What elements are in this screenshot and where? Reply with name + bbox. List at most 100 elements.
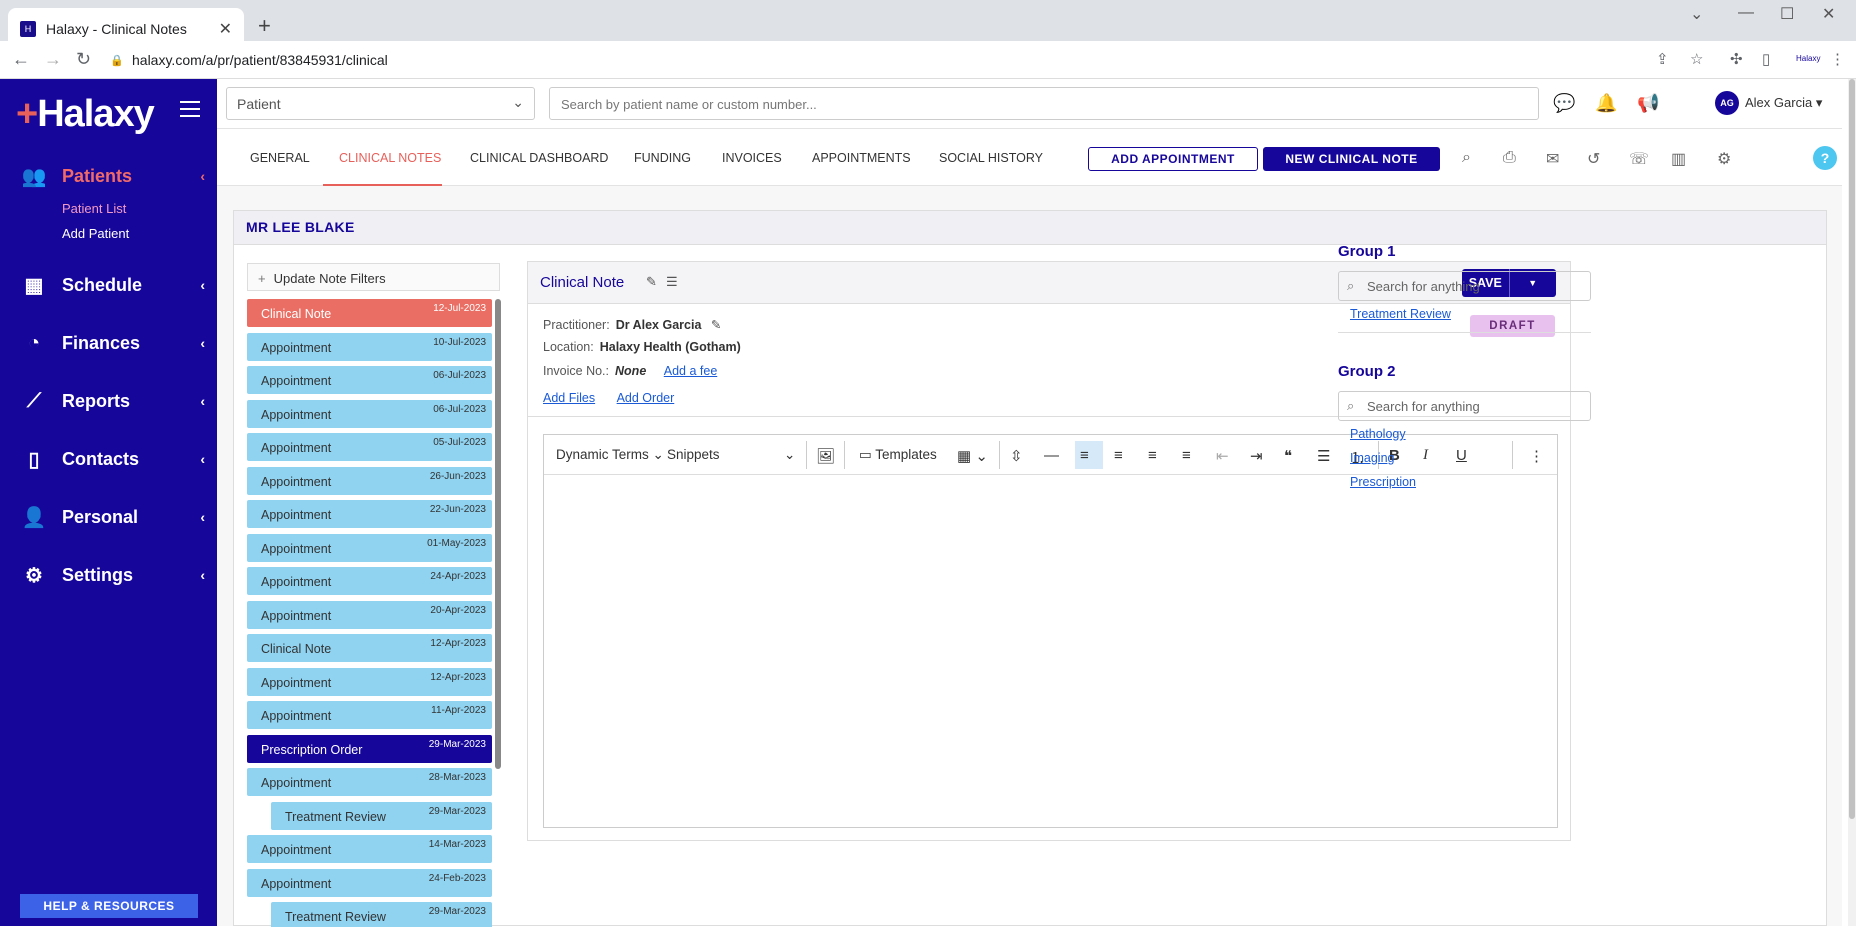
halaxy-logo[interactable]: +Halaxy: [16, 93, 155, 136]
pencil-icon[interactable]: ✎: [711, 318, 721, 332]
help-icon[interactable]: ?: [1813, 146, 1837, 170]
page-scrollbar[interactable]: [1848, 79, 1856, 926]
search-type-select[interactable]: Patient ⌄: [226, 87, 535, 120]
sidebar-item-personal[interactable]: 👤 Personal ‹: [20, 502, 205, 532]
list-icon[interactable]: ☰: [666, 274, 678, 290]
indent-icon[interactable]: ⇥: [1250, 447, 1263, 465]
user-menu[interactable]: Alex Garcia ▾: [1745, 95, 1822, 111]
new-clinical-note-button[interactable]: NEW CLINICAL NOTE: [1263, 147, 1440, 171]
note-list-item[interactable]: Appointment 20-Apr-2023: [247, 600, 492, 629]
chat-icon[interactable]: 💬: [1553, 93, 1575, 114]
note-list-item[interactable]: Prescription Order 29-Mar-2023: [247, 734, 492, 763]
notes-scrollbar[interactable]: [495, 299, 501, 769]
note-list-item[interactable]: Appointment 14-Mar-2023: [247, 835, 492, 863]
profile-icon[interactable]: Halaxy: [1796, 54, 1820, 63]
note-list-item[interactable]: Appointment 06-Jul-2023: [247, 399, 492, 428]
update-note-filters-button[interactable]: + Update Note Filters: [247, 263, 500, 291]
share-icon[interactable]: ⇪: [1656, 50, 1669, 68]
note-list-item[interactable]: Clinical Note 12-Jul-2023: [247, 299, 492, 327]
extensions-icon[interactable]: ✣: [1730, 50, 1743, 68]
note-list-item[interactable]: Appointment 22-Jun-2023: [247, 500, 492, 528]
url-field[interactable]: 🔒 halaxy.com/a/pr/patient/83845931/clini…: [110, 49, 1660, 71]
avatar[interactable]: AG: [1715, 91, 1739, 115]
group-2-link-pathology[interactable]: Pathology: [1350, 427, 1406, 441]
sidebar-item-settings[interactable]: ⚙ Settings ‹: [20, 560, 205, 590]
tab-social-history[interactable]: SOCIAL HISTORY: [939, 151, 1043, 165]
align-justify-icon[interactable]: ≡: [1182, 447, 1191, 464]
align-center-icon[interactable]: ≡: [1148, 447, 1157, 464]
underline-icon[interactable]: U: [1456, 447, 1467, 464]
align-left-icon[interactable]: ≡: [1080, 447, 1089, 464]
note-editor[interactable]: Dynamic Terms ⌄ Snippets ⌄ 🖼 ▭ Templates…: [543, 434, 1558, 828]
maximize-icon[interactable]: ☐: [1780, 4, 1794, 24]
chevron-down-icon[interactable]: ⌄: [1690, 4, 1703, 24]
close-window-icon[interactable]: ✕: [1822, 4, 1835, 24]
records-icon[interactable]: ▥: [1671, 149, 1686, 169]
add-order-link[interactable]: Add Order: [617, 391, 675, 405]
minimize-icon[interactable]: —: [1738, 4, 1754, 22]
close-tab-icon[interactable]: ✕: [219, 19, 232, 39]
patient-search-input[interactable]: Search by patient name or custom number.…: [549, 87, 1539, 120]
add-files-link[interactable]: Add Files: [543, 391, 595, 405]
tab-clinical-dashboard[interactable]: CLINICAL DASHBOARD: [470, 151, 608, 165]
pencil-icon[interactable]: ✎: [646, 274, 657, 290]
add-fee-link[interactable]: Add a fee: [664, 364, 718, 378]
note-list-item[interactable]: Clinical Note 12-Apr-2023: [247, 634, 492, 662]
image-icon[interactable]: 🖼: [816, 447, 835, 465]
print-icon[interactable]: ⎙: [1503, 149, 1516, 167]
reload-icon[interactable]: ↻: [76, 49, 91, 70]
bell-icon[interactable]: 🔔: [1595, 93, 1617, 114]
sidebar-item-patients[interactable]: 👥 Patients ‹: [20, 161, 205, 191]
new-tab-icon[interactable]: +: [258, 13, 271, 39]
more-icon[interactable]: ⋮: [1529, 447, 1544, 465]
note-list-item[interactable]: Appointment 24-Apr-2023: [247, 567, 492, 595]
megaphone-icon[interactable]: 📢: [1637, 93, 1659, 114]
note-list-item[interactable]: Appointment 06-Jul-2023: [247, 366, 492, 394]
table-icon[interactable]: ▦ ⌄: [957, 447, 988, 465]
tab-funding[interactable]: FUNDING: [634, 151, 691, 165]
tab-invoices[interactable]: INVOICES: [722, 151, 782, 165]
add-appointment-button[interactable]: ADD APPOINTMENT: [1088, 147, 1258, 171]
note-list-item[interactable]: Appointment 24-Feb-2023: [247, 868, 492, 897]
group-1-link-treatment-review[interactable]: Treatment Review: [1350, 307, 1451, 321]
note-list-item[interactable]: Appointment 01-May-2023: [247, 533, 492, 562]
phone-icon[interactable]: ☏: [1629, 149, 1649, 169]
tab-clinical-notes[interactable]: CLINICAL NOTES: [339, 151, 441, 165]
snippets-dropdown[interactable]: Snippets: [667, 447, 720, 462]
sidepanel-icon[interactable]: ▯: [1762, 50, 1770, 68]
sidebar-item-schedule[interactable]: ▦ Schedule ‹: [20, 270, 205, 300]
back-icon[interactable]: ←: [12, 49, 30, 70]
group-1-search-input[interactable]: ⌕ Search for anything: [1338, 271, 1591, 301]
page-break-icon[interactable]: ⇳: [1010, 447, 1023, 465]
sidebar-sub-patient-list[interactable]: Patient List: [62, 201, 126, 216]
italic-icon[interactable]: I: [1423, 447, 1428, 464]
settings-icon[interactable]: ⚙: [1717, 149, 1731, 169]
note-list-item[interactable]: Treatment Review 29-Mar-2023: [271, 902, 492, 927]
sidebar-item-contacts[interactable]: ▯ Contacts ‹: [20, 444, 205, 474]
chevron-down-icon[interactable]: ⌄: [784, 447, 795, 463]
tab-general[interactable]: GENERAL: [250, 151, 310, 165]
note-list-item[interactable]: Appointment 05-Jul-2023: [247, 433, 492, 461]
sidebar-item-finances[interactable]: ◔ Finances ‹: [20, 328, 205, 358]
note-list-item[interactable]: Appointment 26-Jun-2023: [247, 466, 492, 495]
dynamic-terms-dropdown[interactable]: Dynamic Terms ⌄: [556, 447, 664, 463]
star-icon[interactable]: ☆: [1690, 50, 1703, 68]
outdent-icon[interactable]: ⇤: [1216, 447, 1229, 465]
group-2-search-input[interactable]: ⌕ Search for anything: [1338, 391, 1591, 421]
hamburger-icon[interactable]: [180, 101, 200, 122]
note-list-item[interactable]: Appointment 10-Jul-2023: [247, 332, 492, 361]
templates-button[interactable]: ▭ Templates: [859, 447, 937, 463]
sidebar-item-reports[interactable]: ⟋ Reports ‹: [20, 386, 205, 416]
history-icon[interactable]: ↺: [1587, 149, 1600, 169]
note-list-item[interactable]: Appointment 12-Apr-2023: [247, 667, 492, 696]
browser-menu-icon[interactable]: ⋮: [1830, 50, 1845, 68]
tab-appointments[interactable]: APPOINTMENTS: [812, 151, 911, 165]
help-resources-button[interactable]: HELP & RESOURCES: [20, 894, 198, 918]
bullet-list-icon[interactable]: ☰: [1317, 447, 1330, 465]
sidebar-sub-add-patient[interactable]: Add Patient: [62, 226, 129, 241]
horizontal-rule-icon[interactable]: —: [1044, 447, 1059, 464]
forward-icon[interactable]: →: [44, 49, 62, 70]
align-right-icon[interactable]: ≡: [1114, 447, 1123, 464]
note-list-item[interactable]: Appointment 11-Apr-2023: [247, 701, 492, 729]
blockquote-icon[interactable]: ❝: [1284, 447, 1292, 465]
